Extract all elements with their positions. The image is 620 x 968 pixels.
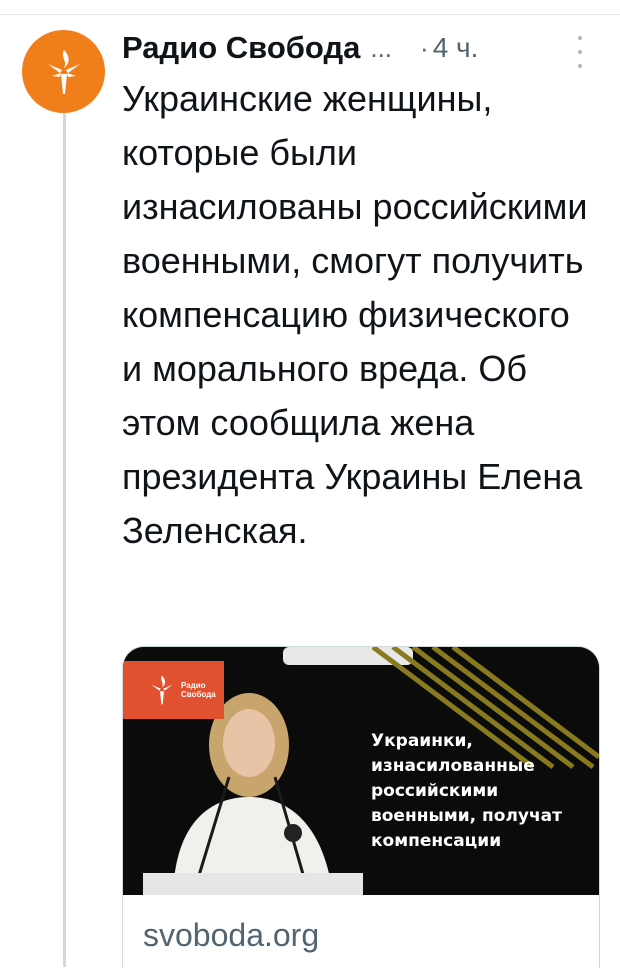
name-ellipsis: ... [370,32,393,63]
top-divider [0,0,620,15]
timestamp[interactable]: 4 ч. [433,32,479,64]
tweet-text: Украинские женщины, которые были изнасил… [122,78,588,551]
thread-line [63,112,66,967]
logo-text-line1: Радио [181,681,206,690]
logo-text-line2: Свобода [181,690,216,699]
vertical-dots-icon[interactable] [570,36,590,68]
card-headline: Украинки, изнасилованные российскими вое… [371,731,562,851]
radio-svoboda-torch-icon [47,49,80,94]
tweet-header: Радио Свобода ... · 4 ч. [122,28,592,68]
avatar[interactable] [22,30,105,113]
card-domain[interactable]: svoboda.org [143,917,319,954]
torch-logo-icon [151,675,173,705]
separator-dot: · [420,32,429,63]
card-image[interactable]: Радио Свобода Украинки, изнасилованные р… [123,647,599,895]
author-name[interactable]: Радио Свобода [122,30,360,66]
link-card[interactable]: Радио Свобода Украинки, изнасилованные р… [122,646,600,968]
radio-svoboda-logo: Радио Свобода [123,661,224,719]
